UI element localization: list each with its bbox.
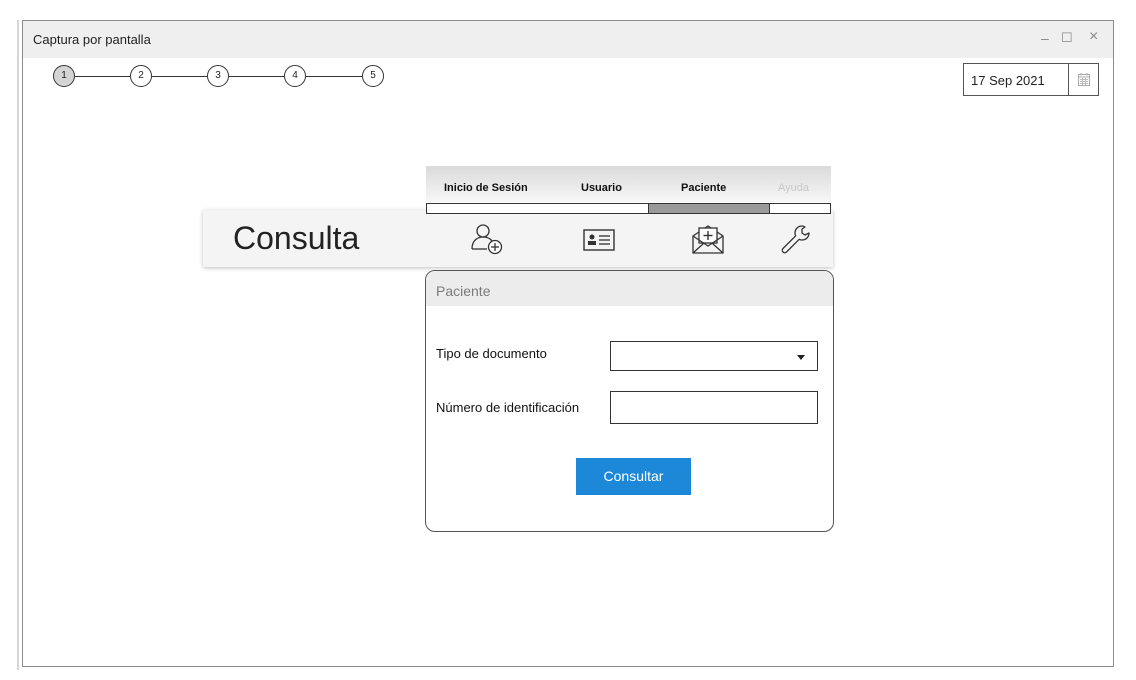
step-connector xyxy=(152,76,207,77)
step-2[interactable]: 2 xyxy=(130,65,152,87)
tab-usuario[interactable]: Usuario xyxy=(581,182,622,194)
card-header: Paciente xyxy=(426,271,833,306)
tab-progress-bar xyxy=(426,203,831,214)
tab-paciente[interactable]: Paciente xyxy=(681,182,726,194)
left-border-rule xyxy=(17,20,19,670)
tab-ayuda[interactable]: Ayuda xyxy=(778,182,809,194)
calendar-button[interactable] xyxy=(1068,64,1098,95)
step-connector xyxy=(229,76,284,77)
step-5[interactable]: 5 xyxy=(362,65,384,87)
date-value: 17 Sep 2021 xyxy=(971,73,1045,88)
step-1[interactable]: 1 xyxy=(53,65,75,87)
step-connector xyxy=(306,76,362,77)
patient-search-card: Paciente Tipo de documento Número de ide… xyxy=(425,270,834,532)
window-title: Captura por pantalla xyxy=(33,32,151,47)
page-title: Consulta xyxy=(233,220,360,256)
add-user-icon[interactable] xyxy=(469,222,505,256)
tab-bar: Inicio de Sesión Usuario Paciente Ayuda xyxy=(426,166,831,214)
id-number-label: Número de identificación xyxy=(436,400,580,415)
wrench-icon[interactable] xyxy=(778,222,814,256)
app-window: Captura por pantalla – ☐ × 1 2 3 4 5 17 … xyxy=(22,20,1114,667)
maximize-button[interactable]: ☐ xyxy=(1061,30,1073,46)
id-card-icon[interactable] xyxy=(581,222,617,256)
title-bar: Captura por pantalla – ☐ × xyxy=(23,21,1113,58)
selected-tab-indicator xyxy=(649,204,769,213)
step-4[interactable]: 4 xyxy=(284,65,306,87)
step-3[interactable]: 3 xyxy=(207,65,229,87)
id-number-input[interactable] xyxy=(610,391,818,424)
minimize-button[interactable]: – xyxy=(1041,30,1049,46)
medical-mail-icon[interactable] xyxy=(690,222,726,256)
calendar-icon xyxy=(1077,73,1090,86)
progress-divider xyxy=(769,204,770,213)
step-indicator: 1 2 3 4 5 xyxy=(53,65,393,91)
document-type-label: Tipo de documento xyxy=(436,346,547,361)
tab-inicio-sesion[interactable]: Inicio de Sesión xyxy=(444,182,528,194)
date-picker[interactable]: 17 Sep 2021 xyxy=(963,63,1099,96)
consultar-button[interactable]: Consultar xyxy=(576,458,691,495)
chevron-down-icon xyxy=(797,355,805,360)
consulta-panel: Consulta xyxy=(203,210,833,267)
card-title: Paciente xyxy=(436,283,491,299)
progress-divider xyxy=(648,204,649,213)
document-type-select[interactable] xyxy=(610,341,818,371)
close-button[interactable]: × xyxy=(1089,28,1098,46)
step-connector xyxy=(75,76,130,77)
